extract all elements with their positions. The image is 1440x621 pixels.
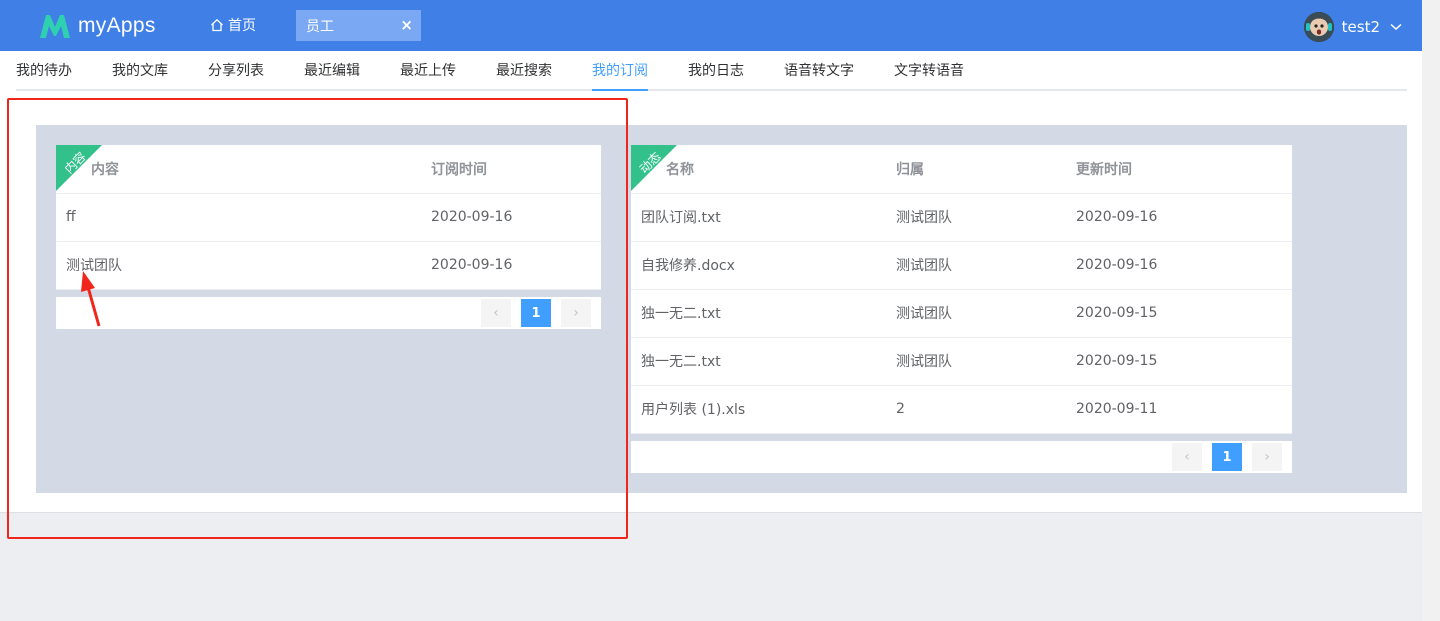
cell-name[interactable]: 用户列表 (1).xls: [631, 385, 896, 434]
cell-owner: 测试团队: [896, 193, 1076, 242]
nav-my-logs[interactable]: 我的日志: [688, 51, 744, 89]
table-header-row: 内容 订阅时间: [56, 145, 601, 194]
chevron-down-icon[interactable]: [1390, 23, 1402, 31]
nav-recent-searches[interactable]: 最近搜索: [496, 51, 552, 89]
page-number-button[interactable]: 1: [1212, 443, 1242, 471]
cell-owner: 2: [896, 385, 1076, 434]
table-header-row: 名称 归属 更新时间: [631, 145, 1292, 194]
nav-recent-uploads[interactable]: 最近上传: [400, 51, 456, 89]
page-scrollbar[interactable]: [1422, 0, 1440, 621]
subscription-content-card: 内容 内容 订阅时间 ff 2020-09-16 测试团队 2020-09-16: [56, 145, 601, 290]
nav-share-list[interactable]: 分享列表: [208, 51, 264, 89]
tab-home[interactable]: 首页: [210, 15, 256, 35]
user-menu[interactable]: test2: [1303, 12, 1402, 42]
home-icon: [211, 18, 223, 32]
cell-update-time: 2020-09-11: [1076, 385, 1292, 434]
table-row[interactable]: ff 2020-09-16: [56, 193, 601, 242]
prev-page-button[interactable]: ‹: [1172, 443, 1202, 471]
cell-owner: 测试团队: [896, 241, 1076, 290]
cell-update-time: 2020-09-15: [1076, 289, 1292, 338]
next-page-button[interactable]: ›: [561, 299, 591, 327]
app-name: myApps: [78, 14, 156, 37]
ribbon-activity: 动态: [631, 145, 677, 191]
cell-update-time: 2020-09-15: [1076, 337, 1292, 386]
table-row[interactable]: 自我修养.docx 测试团队 2020-09-16: [631, 241, 1292, 290]
nav-my-subscriptions[interactable]: 我的订阅: [592, 51, 648, 91]
cell-owner: 测试团队: [896, 289, 1076, 338]
tab-employee-label: 员工: [306, 18, 334, 35]
close-icon[interactable]: ×: [400, 16, 413, 34]
nav-my-library[interactable]: 我的文库: [112, 51, 168, 89]
cell-update-time: 2020-09-16: [1076, 241, 1292, 290]
nav-my-todo[interactable]: 我的待办: [16, 51, 72, 89]
cell-update-time: 2020-09-16: [1076, 193, 1292, 242]
cell-name[interactable]: 自我修养.docx: [631, 241, 896, 290]
nav-recent-edits[interactable]: 最近编辑: [304, 51, 360, 89]
table-row[interactable]: 测试团队 2020-09-16: [56, 241, 601, 290]
right-pagination: ‹ 1 ›: [631, 441, 1292, 473]
column-header-update-time[interactable]: 更新时间: [1076, 145, 1292, 194]
app-logo[interactable]: myApps: [38, 10, 156, 42]
ribbon-content: 内容: [56, 145, 102, 191]
column-header-subscribe-time[interactable]: 订阅时间: [431, 145, 601, 194]
subscription-activity-card: 动态 名称 归属 更新时间 团队订阅.txt 测试团队 2020-09-16 自…: [631, 145, 1292, 434]
logo-m-icon: [40, 15, 70, 38]
prev-page-button[interactable]: ‹: [481, 299, 511, 327]
cell-content[interactable]: 测试团队: [56, 241, 431, 290]
left-pagination: ‹ 1 ›: [56, 297, 601, 329]
table-row[interactable]: 独一无二.txt 测试团队 2020-09-15: [631, 337, 1292, 386]
next-page-button[interactable]: ›: [1252, 443, 1282, 471]
sub-navigation: 我的待办 我的文库 分享列表 最近编辑 最近上传 最近搜索 我的订阅 我的日志 …: [16, 51, 1407, 91]
app-window: myApps 首页 员工 × test2 我的待办 我的文库 分享列表 最近编辑…: [0, 0, 1422, 513]
page-number-button[interactable]: 1: [521, 299, 551, 327]
tab-home-label: 首页: [228, 18, 256, 34]
annotation-arrow-icon: [81, 271, 101, 327]
activity-table: 名称 归属 更新时间 团队订阅.txt 测试团队 2020-09-16 自我修养…: [631, 145, 1292, 434]
table-row[interactable]: 用户列表 (1).xls 2 2020-09-11: [631, 385, 1292, 434]
nav-text-to-speech[interactable]: 文字转语音: [894, 51, 964, 89]
subscription-table: 内容 订阅时间 ff 2020-09-16 测试团队 2020-09-16: [56, 145, 601, 290]
table-row[interactable]: 团队订阅.txt 测试团队 2020-09-16: [631, 193, 1292, 242]
table-row[interactable]: 独一无二.txt 测试团队 2020-09-15: [631, 289, 1292, 338]
column-header-content[interactable]: 内容: [56, 145, 431, 194]
tab-employee[interactable]: 员工 ×: [296, 10, 421, 41]
cell-subscribe-time: 2020-09-16: [431, 193, 601, 242]
nav-speech-to-text[interactable]: 语音转文字: [784, 51, 854, 89]
cell-content[interactable]: ff: [56, 193, 431, 242]
cell-subscribe-time: 2020-09-16: [431, 241, 601, 290]
cell-name[interactable]: 独一无二.txt: [631, 337, 896, 386]
username: test2: [1341, 18, 1380, 36]
cell-owner: 测试团队: [896, 337, 1076, 386]
column-header-owner[interactable]: 归属: [896, 145, 1076, 194]
cell-name[interactable]: 团队订阅.txt: [631, 193, 896, 242]
avatar[interactable]: [1303, 12, 1334, 42]
top-bar: myApps 首页 员工 × test2: [0, 0, 1422, 51]
content-panel: 内容 内容 订阅时间 ff 2020-09-16 测试团队 2020-09-16…: [36, 125, 1407, 493]
cell-name[interactable]: 独一无二.txt: [631, 289, 896, 338]
